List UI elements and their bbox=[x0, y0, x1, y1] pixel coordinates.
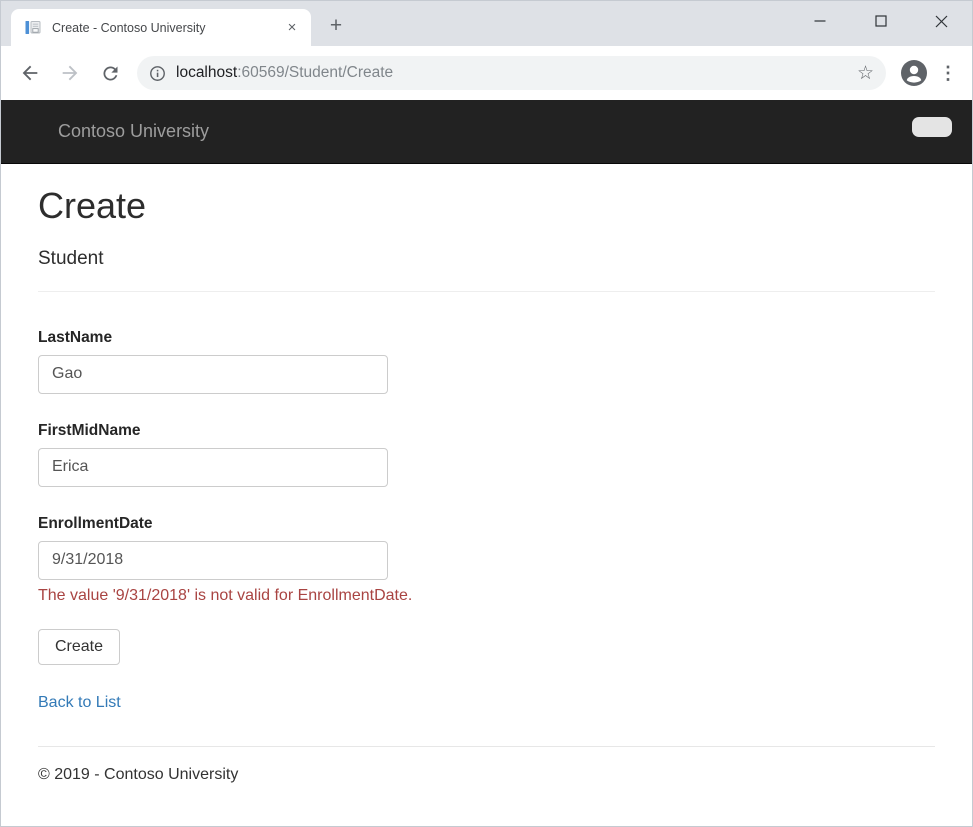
url-path: :60569/Student/Create bbox=[237, 64, 393, 81]
create-submit-button[interactable]: Create bbox=[38, 629, 120, 665]
enrollmentdate-field-group: EnrollmentDate The value '9/31/2018' is … bbox=[38, 515, 935, 605]
lastname-label: LastName bbox=[38, 329, 935, 347]
browser-menu-icon[interactable]: ⋮ bbox=[936, 63, 960, 84]
forward-icon[interactable] bbox=[55, 58, 85, 88]
back-icon[interactable] bbox=[15, 58, 45, 88]
enrollmentdate-input[interactable] bbox=[38, 541, 388, 580]
footer-copyright: © 2019 - Contoso University bbox=[38, 766, 935, 784]
address-bar[interactable]: localhost:60569/Student/Create ☆ bbox=[137, 56, 886, 90]
close-window-button[interactable] bbox=[911, 1, 972, 41]
window-controls bbox=[789, 1, 972, 41]
browser-window: Create - Contoso University × + bbox=[0, 0, 973, 827]
firstmidname-label: FirstMidName bbox=[38, 422, 935, 440]
lastname-input[interactable] bbox=[38, 355, 388, 394]
maximize-button[interactable] bbox=[850, 1, 911, 41]
page-info-icon[interactable] bbox=[149, 65, 166, 82]
navbar-toggle-button[interactable] bbox=[912, 117, 952, 137]
tab-strip: Create - Contoso University × + bbox=[1, 1, 972, 46]
app-navbar: Contoso University bbox=[1, 100, 972, 164]
back-to-list-link[interactable]: Back to List bbox=[38, 694, 121, 712]
profile-avatar[interactable] bbox=[900, 59, 928, 87]
tab-title: Create - Contoso University bbox=[52, 21, 275, 35]
favicon-icon bbox=[25, 19, 42, 36]
tab-close-icon[interactable]: × bbox=[283, 19, 301, 37]
page-title: Create bbox=[38, 186, 935, 226]
page-subtitle: Student bbox=[38, 248, 935, 270]
navbar-brand-link[interactable]: Contoso University bbox=[58, 121, 209, 142]
student-create-form: LastName FirstMidName EnrollmentDate The… bbox=[38, 329, 935, 665]
minimize-button[interactable] bbox=[789, 1, 850, 41]
page-content: Create Student LastName FirstMidName Enr… bbox=[1, 164, 972, 784]
validation-error-message: The value '9/31/2018' is not valid for E… bbox=[38, 587, 935, 605]
footer-divider bbox=[38, 746, 935, 747]
reload-icon[interactable] bbox=[95, 58, 125, 88]
bookmark-star-icon[interactable]: ☆ bbox=[855, 62, 876, 85]
browser-toolbar: localhost:60569/Student/Create ☆ ⋮ bbox=[1, 46, 972, 100]
lastname-field-group: LastName bbox=[38, 329, 935, 394]
url-host: localhost bbox=[176, 64, 237, 81]
browser-tab[interactable]: Create - Contoso University × bbox=[11, 9, 311, 46]
new-tab-button[interactable]: + bbox=[321, 12, 351, 42]
url-text[interactable]: localhost:60569/Student/Create bbox=[176, 64, 855, 82]
enrollmentdate-label: EnrollmentDate bbox=[38, 515, 935, 533]
firstmidname-field-group: FirstMidName bbox=[38, 422, 935, 487]
firstmidname-input[interactable] bbox=[38, 448, 388, 487]
divider bbox=[38, 291, 935, 292]
